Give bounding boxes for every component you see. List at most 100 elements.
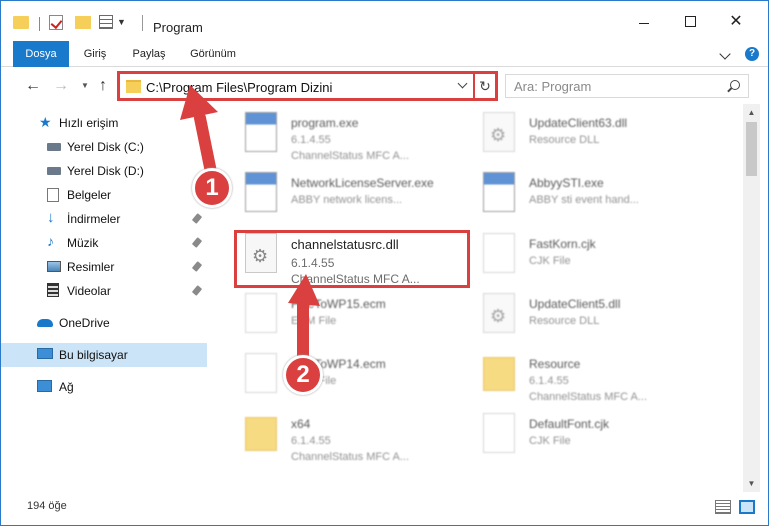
sidebar-item-onedrive[interactable]: OneDrive xyxy=(1,311,207,335)
help-icon[interactable]: ? xyxy=(745,47,759,61)
list-item[interactable]: UpdateClient63.dll Resource DLL xyxy=(471,106,707,166)
download-icon: ↓ xyxy=(47,209,55,226)
large-icons-view-icon[interactable] xyxy=(739,500,755,514)
close-button[interactable]: ✕ xyxy=(713,1,759,41)
sidebar-item-quick-access[interactable]: ★ Hızlı erişim xyxy=(1,111,207,135)
quick-access-dropdown-icon[interactable]: ▼ xyxy=(117,17,126,35)
maximize-button[interactable] xyxy=(667,1,713,41)
window-title: Program xyxy=(153,20,203,35)
sidebar-item-label: Resimler xyxy=(67,260,115,274)
expand-ribbon-icon[interactable] xyxy=(719,48,731,60)
sidebar-item-label: Yerel Disk (C:) xyxy=(67,140,144,154)
search-input[interactable]: Ara: Program xyxy=(505,74,749,98)
folder-icon xyxy=(245,417,277,451)
file-name: x64 xyxy=(291,417,311,431)
sidebar-item-pictures[interactable]: Resimler xyxy=(1,255,207,279)
drive-icon xyxy=(47,143,61,151)
new-folder-icon[interactable] xyxy=(75,16,91,29)
sidebar-item-local-disk-d[interactable]: Yerel Disk (D:) xyxy=(1,159,207,183)
cloud-icon xyxy=(37,319,53,327)
tab-home[interactable]: Giriş xyxy=(80,41,110,67)
title-divider xyxy=(142,15,143,31)
list-item[interactable]: FastKorn.cjk CJK File xyxy=(471,227,707,287)
list-item[interactable]: x64 6.1.4.55 ChannelStatus MFC A... xyxy=(233,407,469,467)
file-description: ChannelStatus MFC A... xyxy=(529,391,647,403)
list-item[interactable]: DefaultFont.cjk CJK File xyxy=(471,407,707,467)
drive-icon xyxy=(47,167,61,175)
refresh-button[interactable]: ↻ xyxy=(473,74,495,98)
sidebar-item-documents[interactable]: Belgeler xyxy=(1,183,207,207)
list-item[interactable]: UpdateClient5.dll Resource DLL xyxy=(471,287,707,347)
file-name: AbbyySTI.exe xyxy=(529,176,604,190)
sidebar-item-label: Ağ xyxy=(59,380,74,394)
file-type: CJK File xyxy=(529,255,571,267)
sidebar-item-label: Hızlı erişim xyxy=(59,116,119,130)
list-item[interactable]: FineToWP15.ecm ECM File xyxy=(233,287,469,347)
sidebar-item-this-pc[interactable]: Bu bilgisayar xyxy=(1,343,207,367)
scrollbar-thumb[interactable] xyxy=(746,122,757,176)
address-path[interactable]: C:\Program Files\Program Dizini xyxy=(146,80,332,95)
pin-icon[interactable] xyxy=(191,213,203,224)
list-item[interactable]: AbbyySTI.exe ABBY sti event hand... xyxy=(471,166,707,226)
recent-locations-icon[interactable]: ▼ xyxy=(81,81,89,90)
search-icon[interactable] xyxy=(730,80,740,90)
sidebar-item-videos[interactable]: Videolar xyxy=(1,279,207,303)
list-item[interactable]: Resource 6.1.4.55 ChannelStatus MFC A... xyxy=(471,347,707,407)
title-bar: ▼ Program ✕ xyxy=(1,1,768,41)
file-name: FineToWP15.ecm xyxy=(291,297,386,311)
file-version: 6.1.4.55 xyxy=(529,375,569,387)
sidebar-item-local-disk-c[interactable]: Yerel Disk (C:) xyxy=(1,135,207,159)
tab-view[interactable]: Görünüm xyxy=(188,41,238,67)
exe-file-icon xyxy=(245,172,277,212)
folder-icon xyxy=(483,357,515,391)
forward-button[interactable]: → xyxy=(53,77,69,95)
sidebar-item-label: OneDrive xyxy=(59,316,110,330)
pictures-icon xyxy=(47,261,61,272)
tab-share[interactable]: Paylaş xyxy=(131,41,167,67)
file-name: UpdateClient63.dll xyxy=(529,116,628,130)
item-count: 194 öğe xyxy=(27,500,67,512)
file-type: Resource DLL xyxy=(529,315,600,327)
navigation-pane: ★ Hızlı erişim Yerel Disk (C:) Yerel Dis… xyxy=(1,104,208,492)
list-item[interactable]: NetworkLicenseServer.exe ABBY network li… xyxy=(233,166,469,226)
up-button[interactable]: ↑ xyxy=(99,77,107,95)
vertical-scrollbar[interactable]: ▲ ▼ xyxy=(743,104,760,492)
tab-file[interactable]: Dosya xyxy=(13,41,69,67)
file-type: ABBY network licens... xyxy=(291,194,403,206)
navigation-bar: ← → ▼ ↑ C:\Program Files\Program Dizini … xyxy=(1,68,768,104)
pin-icon[interactable] xyxy=(191,237,203,248)
minimize-button[interactable] xyxy=(621,1,667,41)
list-item[interactable]: FineToWP14.ecm ECM File xyxy=(233,347,469,407)
network-icon xyxy=(37,380,52,392)
pin-icon[interactable] xyxy=(191,261,203,272)
address-dropdown-icon[interactable] xyxy=(456,77,470,95)
file-name: FastKorn.cjk xyxy=(529,237,596,251)
customize-toolbar-icon[interactable] xyxy=(99,15,113,29)
file-name: DefaultFont.cjk xyxy=(529,417,610,431)
sidebar-item-network[interactable]: Ağ xyxy=(1,375,207,399)
blank-file-icon xyxy=(245,293,277,333)
exe-file-icon xyxy=(483,172,515,212)
file-name: Resource xyxy=(529,357,581,371)
list-item[interactable]: program.exe 6.1.4.55 ChannelStatus MFC A… xyxy=(233,106,469,166)
videos-icon xyxy=(47,283,59,297)
exe-file-icon xyxy=(245,112,277,152)
details-view-icon[interactable] xyxy=(715,500,731,514)
sidebar-item-downloads[interactable]: ↓ İndirmeler xyxy=(1,207,207,231)
star-icon: ★ xyxy=(39,114,52,130)
back-button[interactable]: ← xyxy=(25,77,41,95)
pin-icon[interactable] xyxy=(191,285,203,296)
sidebar-item-label: Belgeler xyxy=(67,188,112,202)
address-bar[interactable]: C:\Program Files\Program Dizini ↻ xyxy=(117,71,498,101)
properties-check-icon[interactable] xyxy=(49,15,63,30)
sidebar-item-label: İndirmeler xyxy=(67,212,121,226)
file-name: NetworkLicenseServer.exe xyxy=(291,176,434,190)
scroll-down-icon[interactable]: ▼ xyxy=(743,475,760,492)
toolbar-separator xyxy=(39,17,40,31)
sidebar-item-music[interactable]: ♪ Müzik xyxy=(1,231,207,255)
sidebar-item-label: Bu bilgisayar xyxy=(59,348,128,362)
scroll-up-icon[interactable]: ▲ xyxy=(743,104,760,121)
file-version: 6.1.4.55 xyxy=(291,435,331,447)
highlight-box xyxy=(234,230,470,288)
status-bar: 194 öğe xyxy=(1,492,768,525)
